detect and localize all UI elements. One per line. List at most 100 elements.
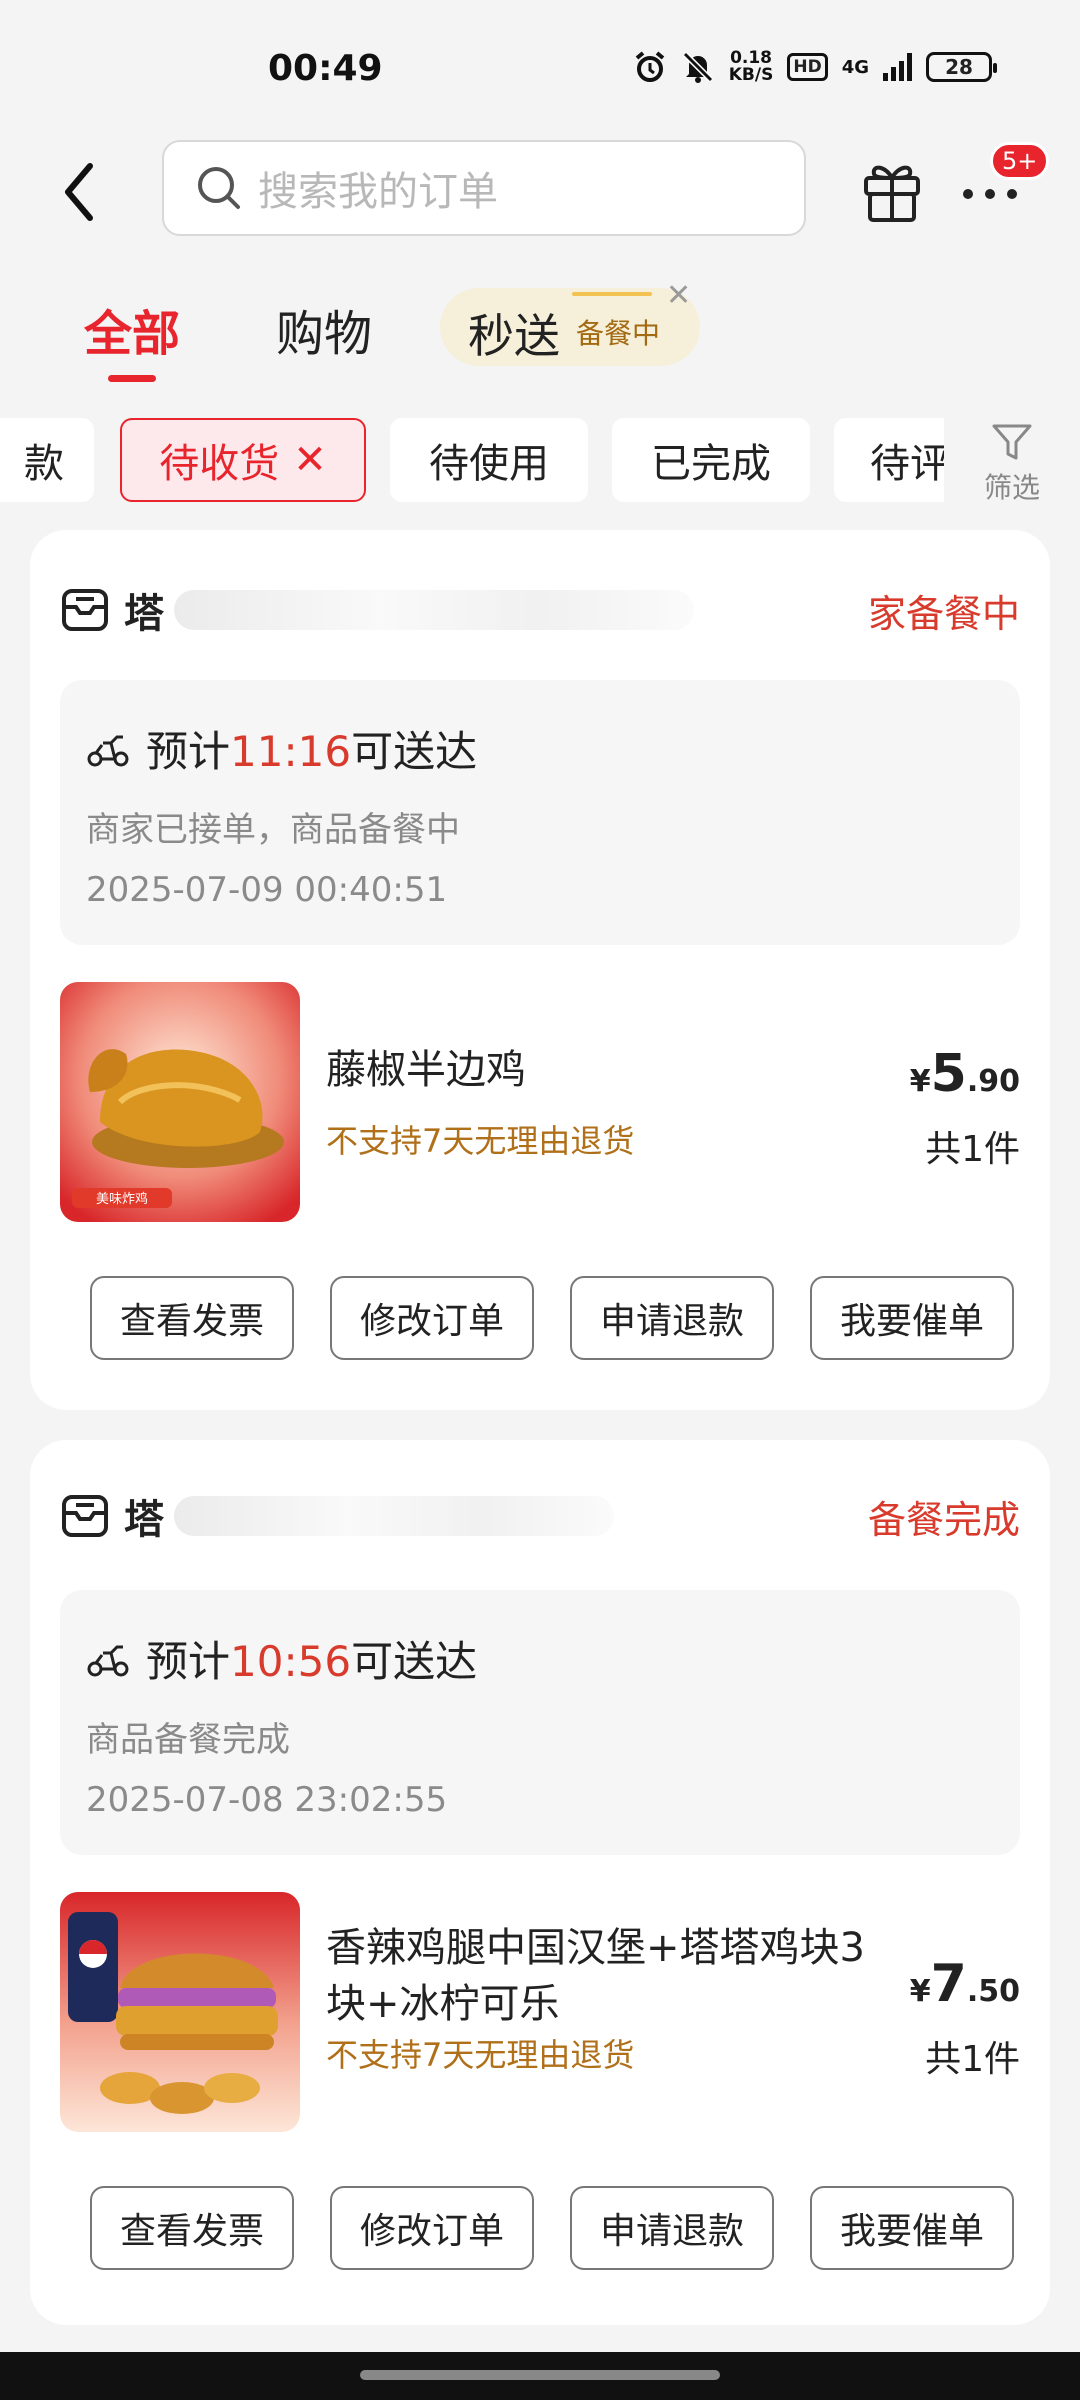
- delivery-info[interactable]: 预计10:56可送达 商品备餐完成 2025-07-08 23:02:55: [60, 1590, 1020, 1855]
- eta-time: 10:56: [230, 1637, 352, 1686]
- back-arrow-icon: [65, 163, 93, 221]
- scooter-icon: [87, 1645, 129, 1676]
- product-price: ¥7.50: [910, 1954, 1020, 2014]
- back-button[interactable]: [56, 152, 116, 232]
- delivery-status: 商家已接单，商品备餐中: [86, 810, 460, 850]
- system-nav-bar: [0, 2352, 1080, 2400]
- fast-delivery-status: 备餐中: [576, 317, 661, 350]
- store-icon: [62, 589, 108, 631]
- store-name: 塔: [124, 1497, 164, 1543]
- price-integer: 5: [930, 1044, 967, 1104]
- modify-order-button[interactable]: 修改订单: [330, 2186, 534, 2270]
- net-speed: 0.18 KB/S: [729, 50, 774, 84]
- alarm-icon: [635, 51, 665, 82]
- product-quantity: 共1件: [925, 1129, 1020, 1170]
- order-actions: 查看发票 修改订单 申请退款 我要催单: [90, 2186, 1014, 2270]
- gift-icon: [864, 165, 920, 222]
- price-decimal: .50: [966, 1974, 1020, 2009]
- home-indicator[interactable]: [360, 2370, 720, 2380]
- view-invoice-button[interactable]: 查看发票: [90, 1276, 294, 1360]
- scooter-icon: [87, 735, 129, 766]
- header: 搜索我的订单 5+: [0, 130, 1080, 250]
- battery-level: 28: [945, 55, 973, 79]
- status-icons: 0.18 KB/S HD 4G 28: [633, 50, 997, 84]
- eta-time: 11:16: [230, 727, 352, 776]
- eta-row: 预计10:56可送达: [86, 1628, 477, 1689]
- store-row[interactable]: 塔 备餐完成: [60, 1486, 1020, 1546]
- eta-prefix: 预计: [146, 727, 231, 776]
- store-row[interactable]: 塔 家备餐中: [60, 580, 1020, 640]
- request-refund-button[interactable]: 申请退款: [570, 2186, 774, 2270]
- chip-refund[interactable]: 款: [0, 418, 94, 502]
- burger-combo-image: [60, 1892, 300, 2132]
- delivery-info[interactable]: 预计11:16可送达 商家已接单，商品备餐中 2025-07-09 00:40:…: [60, 680, 1020, 945]
- order-card[interactable]: 塔 备餐完成 预计10:56可送达 商品备餐完成 2025-07-08 23:0…: [30, 1440, 1050, 2325]
- filter-chips: 款 待收货 ✕ 待使用 已完成 待评 筛选: [0, 412, 1080, 512]
- product-image[interactable]: 美味炸鸡: [60, 982, 300, 1222]
- chip-completed[interactable]: 已完成: [612, 418, 810, 502]
- filter-label: 筛选: [983, 471, 1040, 504]
- fast-delivery-progress: [572, 292, 652, 296]
- eta-suffix: 可送达: [351, 1637, 478, 1686]
- notification-badge: 5+: [990, 142, 1050, 180]
- request-refund-button[interactable]: 申请退款: [570, 1276, 774, 1360]
- store-name: 塔: [124, 591, 164, 637]
- chip-to-use[interactable]: 待使用: [390, 418, 588, 502]
- close-icon[interactable]: ✕: [666, 278, 691, 313]
- hd-badge: HD: [787, 53, 828, 81]
- status-bar: 00:49 0.18 KB/S HD 4G 28: [0, 0, 1080, 130]
- view-invoice-button[interactable]: 查看发票: [90, 2186, 294, 2270]
- order-time: 2025-07-09 00:40:51: [86, 870, 448, 910]
- fast-delivery-label: 秒送: [468, 309, 560, 363]
- price-currency: ¥: [909, 1974, 931, 2009]
- modify-order-button[interactable]: 修改订单: [330, 1276, 534, 1360]
- network-type: 4G: [841, 56, 869, 78]
- signal-icon: [883, 53, 912, 81]
- gift-button[interactable]: [860, 154, 924, 224]
- chip-label: 待评: [870, 441, 950, 487]
- filter-button[interactable]: 筛选: [944, 412, 1080, 512]
- urge-order-button[interactable]: 我要催单: [810, 2186, 1014, 2270]
- order-time: 2025-07-08 23:02:55: [86, 1780, 448, 1820]
- chip-label: 待使用: [429, 441, 549, 487]
- battery-icon: 28: [926, 52, 997, 82]
- product-name: 香辣鸡腿中国汉堡+塔塔鸡块3块+冰柠可乐: [326, 1925, 865, 2027]
- tab-fast-delivery[interactable]: 秒送 备餐中: [440, 288, 700, 366]
- product-name: 藤椒半边鸡: [326, 1047, 526, 1093]
- eta-text: 预计11:16可送达: [146, 718, 477, 779]
- chip-label: 待收货: [159, 441, 280, 487]
- redacted-store-name: [174, 1496, 614, 1536]
- eta-suffix: 可送达: [351, 727, 478, 776]
- tab-all[interactable]: 全部: [84, 294, 180, 382]
- eta-row: 预计11:16可送达: [86, 718, 477, 779]
- price-decimal: .90: [966, 1064, 1020, 1099]
- eta-text: 预计10:56可送达: [146, 1628, 477, 1689]
- chip-label: 已完成: [651, 441, 771, 487]
- search-placeholder: 搜索我的订单: [258, 169, 498, 215]
- order-card[interactable]: 塔 家备餐中 预计11:16可送达 商家已接单，商品备餐中 2025-07-09…: [30, 530, 1050, 1410]
- mute-bell-icon: [682, 51, 713, 83]
- store-icon: [62, 1495, 108, 1537]
- redacted-store-name: [174, 590, 694, 630]
- chip-label: 款: [24, 441, 64, 487]
- active-tab-underline: [108, 375, 157, 382]
- chip-close-icon[interactable]: ✕: [293, 437, 327, 483]
- search-input[interactable]: 搜索我的订单: [162, 140, 806, 236]
- eta-prefix: 预计: [146, 1637, 231, 1686]
- product-image[interactable]: [60, 1892, 300, 2132]
- tab-shopping-label: 购物: [276, 306, 373, 362]
- order-status: 备餐完成: [867, 1497, 1020, 1542]
- urge-order-button[interactable]: 我要催单: [810, 1276, 1014, 1360]
- product-quantity: 共1件: [925, 2039, 1020, 2080]
- price-currency: ¥: [909, 1064, 931, 1099]
- funnel-icon: [992, 424, 1032, 460]
- status-time: 00:49: [268, 48, 383, 89]
- product-note: 不支持7天无理由退货: [326, 2036, 635, 2074]
- fried-chicken-image: 美味炸鸡: [60, 982, 300, 1222]
- chip-pending-receipt[interactable]: 待收货 ✕: [120, 418, 366, 502]
- net-speed-unit: KB/S: [728, 65, 774, 85]
- delivery-status: 商品备餐完成: [86, 1720, 290, 1760]
- tab-shopping[interactable]: 购物: [276, 294, 372, 364]
- search-icon: [198, 167, 240, 209]
- image-label: 美味炸鸡: [96, 1191, 148, 1207]
